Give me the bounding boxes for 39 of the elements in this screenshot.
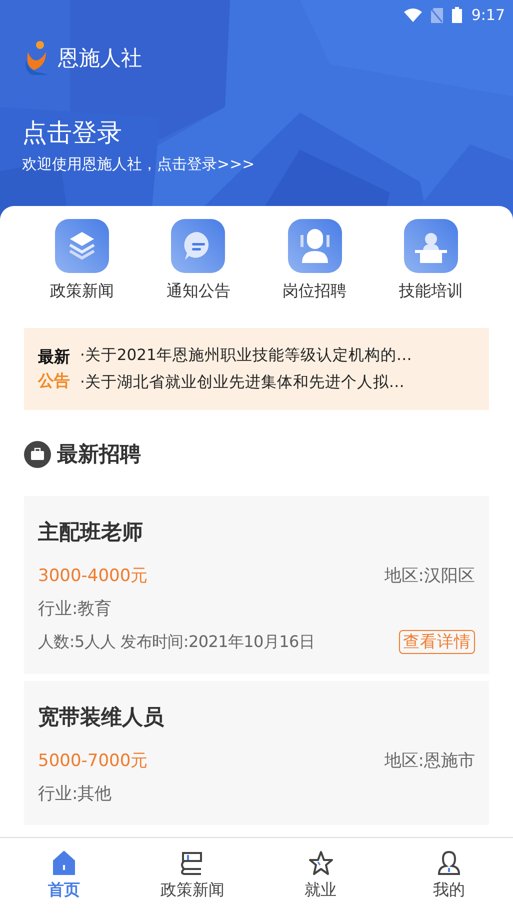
people-icon[interactable] <box>288 219 342 273</box>
section-title: 最新招聘 <box>57 441 141 468</box>
job-region: 地区:恩施市 <box>384 750 475 772</box>
home-icon <box>51 850 78 876</box>
login-subtitle[interactable]: 欢迎使用恩施人社，点击登录>>> <box>22 155 255 174</box>
briefcase-icon <box>24 440 51 468</box>
lecture-icon[interactable] <box>404 219 458 273</box>
battery-icon <box>452 7 462 23</box>
job-title: 宽带装维人员 <box>38 704 165 731</box>
app-name: 恩施人社 <box>58 45 142 72</box>
job-salary: 3000-4000元 <box>38 565 148 587</box>
notice-item[interactable]: ·关于2021年恩施州职业技能等级认定机构的… <box>80 345 412 366</box>
notice-item[interactable]: ·关于湖北省就业创业先进集体和先进个人拟… <box>80 372 412 393</box>
job-industry: 行业:教育 <box>38 598 113 620</box>
job-title: 主配班老师 <box>38 519 144 546</box>
job-card[interactable]: 宽带装维人员 5000-7000元 地区:恩施市 行业:其他 <box>24 681 489 825</box>
layers-icon[interactable] <box>55 219 109 273</box>
status-time: 9:17 <box>471 6 505 24</box>
wifi-icon <box>404 8 422 22</box>
shortcut-label[interactable]: 岗位招聘 <box>282 281 347 302</box>
shortcut-label[interactable]: 通知公告 <box>166 281 230 302</box>
star-icon <box>308 850 334 876</box>
job-region: 地区:汉阳区 <box>384 565 475 587</box>
chat-bubble-icon[interactable] <box>171 219 226 273</box>
job-salary: 5000-7000元 <box>38 750 148 772</box>
tab-item[interactable]: 就业 <box>256 838 385 913</box>
shortcut-label[interactable]: 政策新闻 <box>50 281 114 302</box>
no-sim-icon <box>431 8 444 22</box>
job-card[interactable]: 主配班老师 3000-4000元 地区:汉阳区 行业:教育 人数:5人人 发布时间:2021年10月16日 查看详情 <box>24 496 489 674</box>
login-title[interactable]: 点击登录 <box>22 116 122 149</box>
notice-badge-bottom: 公告 <box>38 370 70 392</box>
tab-item[interactable]: 政策新闻 <box>128 838 256 913</box>
job-details: 人数:5人人 发布时间:2021年10月16日 <box>38 632 315 652</box>
job-industry: 行业:其他 <box>38 783 113 805</box>
shortcut-label[interactable]: 技能培训 <box>398 281 463 302</box>
notice-badge-top: 最新 <box>38 346 70 368</box>
tab-item[interactable]: 首页 <box>0 838 128 913</box>
tab-item[interactable]: 我的 <box>384 838 513 913</box>
person-icon <box>436 850 462 876</box>
